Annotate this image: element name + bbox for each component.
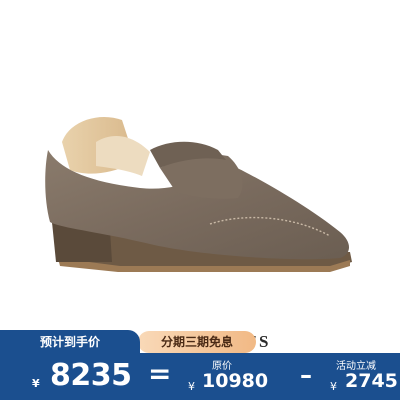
discount-value: 2745 [345,370,398,392]
original-price-value: 10980 [202,370,269,392]
original-price-currency: ¥ [188,380,195,393]
product-image [0,0,400,330]
loafer-shoe-image [45,116,352,272]
price-bar: = 原价 ¥ 10980 – 活动立减 ¥ 2745 [140,353,400,400]
minus-sign: – [300,361,312,389]
final-price-value: 8235 [50,358,132,393]
equals-sign: = [148,357,172,390]
final-price-block: 预计到手价 ¥ 8235 [0,330,140,400]
final-price-currency: ¥ [32,377,40,390]
discount-currency: ¥ [330,380,337,393]
installment-badge: 分期三期免息 [138,331,256,353]
final-price-label: 预计到手价 [39,335,100,349]
